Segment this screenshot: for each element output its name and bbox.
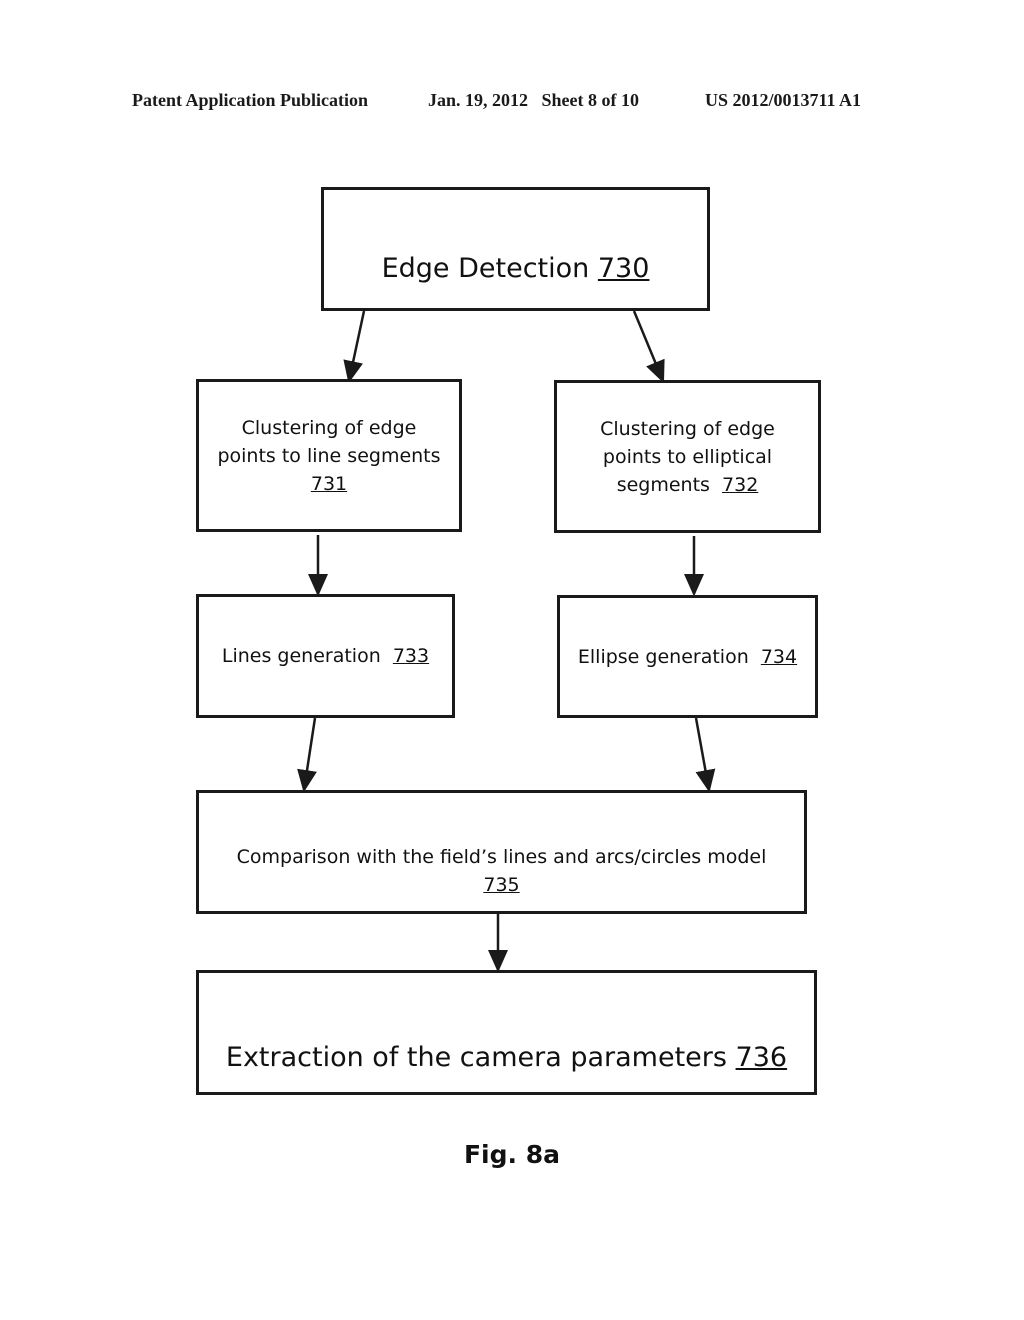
arrow-730-731	[343, 310, 366, 384]
node-732-line3: segments	[616, 473, 710, 496]
node-camera-parameters: Extraction of the camera parameters 736	[196, 970, 817, 1095]
node-ellipse-generation: Ellipse generation 734	[557, 595, 818, 718]
node-lines-generation: Lines generation 733	[196, 594, 455, 718]
node-edge-detection: Edge Detection 730	[321, 187, 710, 311]
node-732-line2: points to elliptical	[602, 445, 773, 468]
node-734-label: Ellipse generation	[577, 645, 749, 668]
node-736-label: Extraction of the camera parameters	[225, 1042, 727, 1073]
arrow-734-735	[694, 717, 716, 793]
node-735-ref: 735	[483, 874, 520, 896]
node-731-ref: 731	[310, 472, 348, 495]
node-733-label: Lines generation	[221, 645, 381, 667]
node-731-line1: Clustering of edge	[241, 416, 417, 439]
node-730-ref: 730	[597, 252, 650, 284]
node-730-label: Edge Detection	[381, 252, 590, 284]
node-732-line1: Clustering of edge	[600, 417, 775, 440]
node-731-line2: points to line segments	[217, 444, 441, 467]
node-733-ref: 733	[392, 645, 430, 667]
node-735-label: Comparison with the field’s lines and ar…	[236, 846, 767, 868]
node-model-comparison: Comparison with the field’s lines and ar…	[196, 790, 807, 914]
arrow-730-732	[632, 310, 665, 384]
node-line-clustering: Clustering of edge points to line segmen…	[196, 379, 462, 532]
arrow-733-735	[297, 717, 317, 793]
node-elliptical-clustering: Clustering of edge points to elliptical …	[554, 380, 821, 533]
figure-label: Fig. 8a	[463, 1140, 560, 1169]
node-732-ref: 732	[722, 473, 759, 496]
node-734-ref: 734	[760, 645, 798, 668]
node-736-ref: 736	[735, 1042, 788, 1073]
